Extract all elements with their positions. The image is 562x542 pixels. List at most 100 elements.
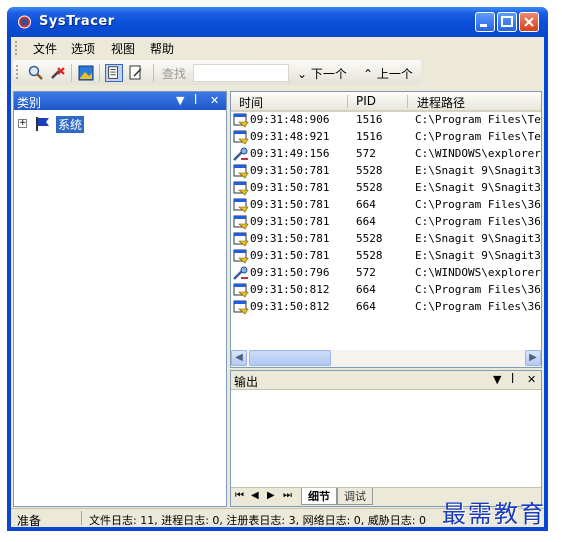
first-tab-icon[interactable]: ⏮: [235, 490, 244, 501]
horizontal-scrollbar[interactable]: ◀ ▶: [231, 350, 541, 367]
output-pane-header: 输出 ▼ ꟾ ✕: [231, 371, 541, 390]
row-path: C:\Program Files\Ten.: [415, 130, 542, 143]
table-row[interactable]: 09:31:50:812 664 C:\Program Files\360.: [231, 282, 541, 299]
table-row[interactable]: 09:31:50:781 5528 E:\Snagit 9\Snagit32.: [231, 163, 541, 180]
column-divider[interactable]: [407, 95, 408, 108]
app-icon: [233, 283, 249, 298]
row-time: 09:31:50:796: [250, 266, 330, 279]
table-row[interactable]: 09:31:50:781 664 C:\Program Files\360.: [231, 197, 541, 214]
row-pid: 572: [356, 266, 376, 279]
row-path: E:\Snagit 9\Snagit32.: [415, 249, 542, 262]
tab-debug[interactable]: 调试: [337, 488, 373, 505]
log-view-icon[interactable]: [105, 64, 123, 82]
row-path: E:\Snagit 9\Snagit32.: [415, 232, 542, 245]
status-divider: [81, 511, 82, 525]
table-row[interactable]: 09:31:48:906 1516 C:\Program Files\Ten.: [231, 112, 541, 129]
row-time: 09:31:48:921: [250, 130, 330, 143]
app-icon: [233, 164, 249, 179]
scroll-right-icon[interactable]: ▶: [525, 350, 541, 366]
snapshot-icon[interactable]: [77, 64, 95, 82]
col-header-pid[interactable]: PID: [356, 94, 376, 108]
explorer-icon: [233, 147, 248, 161]
col-header-time[interactable]: 时间: [239, 94, 263, 111]
menu-file[interactable]: 文件: [33, 40, 57, 57]
table-row[interactable]: 09:31:50:781 664 C:\Program Files\360.: [231, 214, 541, 231]
remove-icon[interactable]: [49, 64, 67, 82]
row-pid: 664: [356, 283, 376, 296]
category-pane: 类别 ▼ ꟾ ✕ + 系统: [13, 91, 227, 507]
row-time: 09:31:50:781: [250, 215, 330, 228]
find-next-button[interactable]: ⌄ 下一个: [297, 65, 347, 82]
table-row[interactable]: 09:31:50:796 572 C:\WINDOWS\explorer.: [231, 265, 541, 282]
menu-options[interactable]: 选项: [71, 40, 95, 57]
row-path: E:\Snagit 9\Snagit32.: [415, 164, 542, 177]
category-pane-header: 类别 ▼ ꟾ ✕: [14, 92, 226, 110]
table-row[interactable]: 09:31:49:156 572 C:\WINDOWS\explorer.: [231, 146, 541, 163]
app-icon: [233, 113, 249, 128]
expand-icon[interactable]: +: [18, 119, 27, 128]
row-pid: 1516: [356, 113, 383, 126]
table-row[interactable]: 09:31:50:781 5528 E:\Snagit 9\Snagit32.: [231, 180, 541, 197]
column-divider[interactable]: [347, 95, 348, 108]
find-input[interactable]: [193, 64, 289, 82]
maximize-button[interactable]: [497, 12, 517, 32]
pin-icon[interactable]: ꟾ: [194, 94, 197, 107]
row-time: 09:31:50:781: [250, 249, 330, 262]
row-pid: 664: [356, 300, 376, 313]
toolbar-separator: [99, 64, 100, 82]
menu-bar: 文件 选项 视图 帮助: [11, 37, 544, 59]
app-icon: [233, 198, 249, 213]
app-icon: [233, 232, 249, 247]
scan-icon[interactable]: [27, 64, 45, 82]
pane-menu-icon[interactable]: ▼: [176, 94, 184, 107]
row-time: 09:31:49:156: [250, 147, 330, 160]
row-pid: 1516: [356, 130, 383, 143]
close-icon[interactable]: ✕: [527, 373, 536, 386]
row-time: 09:31:50:812: [250, 283, 330, 296]
table-row[interactable]: 09:31:50:781 5528 E:\Snagit 9\Snagit32.: [231, 248, 541, 265]
explorer-icon: [233, 266, 248, 280]
list-header: 时间 PID 进程路径: [231, 92, 541, 112]
tab-details[interactable]: 细节: [301, 488, 337, 505]
row-pid: 664: [356, 215, 376, 228]
pane-menu-icon[interactable]: ▼: [493, 373, 501, 386]
minimize-button[interactable]: [475, 12, 495, 32]
table-row[interactable]: 09:31:50:812 664 C:\Program Files\360.: [231, 299, 541, 316]
next-tab-icon[interactable]: ▶: [267, 490, 275, 501]
scroll-thumb[interactable]: [249, 350, 331, 366]
row-time: 09:31:50:812: [250, 300, 330, 313]
row-path: C:\Program Files\360.: [415, 300, 542, 313]
app-icon: [233, 181, 249, 196]
table-row[interactable]: 09:31:50:781 5528 E:\Snagit 9\Snagit32.: [231, 231, 541, 248]
edit-view-icon[interactable]: [127, 64, 145, 82]
chevron-down-icon: ⌄: [297, 67, 308, 81]
row-path: C:\WINDOWS\explorer.: [415, 147, 542, 160]
last-tab-icon[interactable]: ⏭: [283, 490, 292, 501]
status-ready: 准备: [17, 514, 42, 528]
toolbar: 查找 ⌄ 下一个 ⌃ 上一个: [11, 59, 544, 87]
find-prev-button[interactable]: ⌃ 上一个: [363, 65, 413, 82]
scroll-left-icon[interactable]: ◀: [231, 350, 247, 366]
close-icon[interactable]: ✕: [210, 94, 219, 107]
find-next-label: 下一个: [310, 67, 347, 81]
menu-help[interactable]: 帮助: [150, 40, 174, 57]
menu-grip[interactable]: [15, 41, 17, 55]
row-time: 09:31:50:781: [250, 164, 330, 177]
row-pid: 5528: [356, 232, 383, 245]
col-header-path[interactable]: 进程路径: [417, 94, 465, 111]
close-button[interactable]: [519, 12, 539, 32]
toolbar-grip[interactable]: [16, 65, 18, 79]
app-icon: [233, 249, 249, 264]
output-pane-title: 输出: [234, 375, 259, 389]
pin-icon[interactable]: ꟾ: [511, 373, 514, 386]
row-time: 09:31:48:906: [250, 113, 330, 126]
prev-tab-icon[interactable]: ◀: [251, 490, 259, 501]
table-row[interactable]: 09:31:48:921 1516 C:\Program Files\Ten.: [231, 129, 541, 146]
tree-label-system[interactable]: 系统: [56, 116, 85, 133]
app-icon: [233, 130, 249, 145]
row-pid: 664: [356, 198, 376, 211]
menu-view[interactable]: 视图: [111, 40, 135, 57]
toolbar-band: 查找 ⌄ 下一个 ⌃ 上一个: [13, 60, 421, 85]
row-time: 09:31:50:781: [250, 198, 330, 211]
title-bar[interactable]: SysTracer: [7, 7, 548, 37]
